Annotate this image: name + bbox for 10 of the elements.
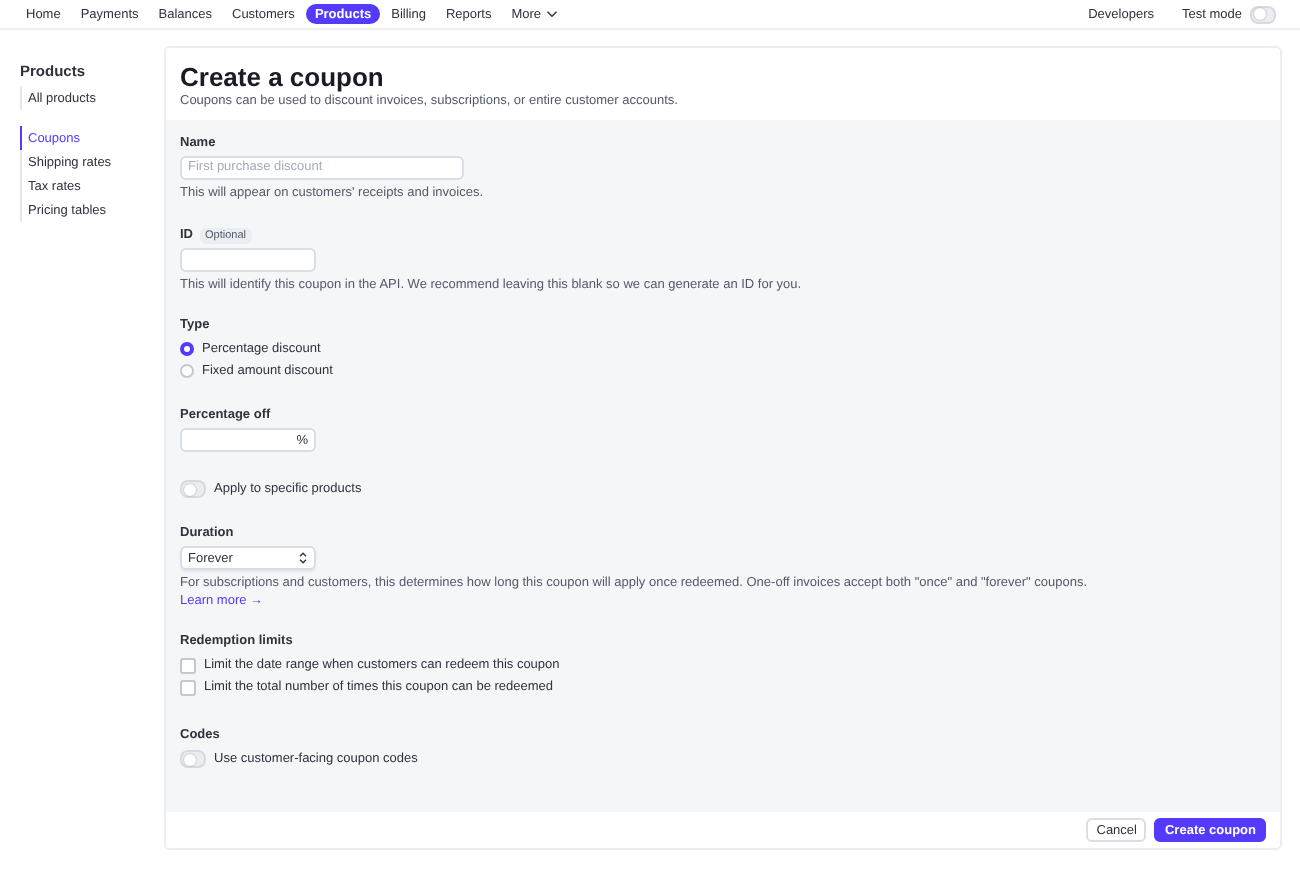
toggle-switch[interactable] xyxy=(180,750,206,769)
page-title: Create a coupon xyxy=(180,62,386,92)
radio-button[interactable] xyxy=(180,364,194,379)
id-input-field[interactable] xyxy=(180,247,316,272)
test-mode-toggle[interactable] xyxy=(1250,5,1276,23)
toggle-switch[interactable] xyxy=(180,480,206,499)
checkbox[interactable] xyxy=(180,679,196,696)
checkbox[interactable] xyxy=(180,657,196,674)
up-down-chevron-icon xyxy=(298,552,308,565)
radio-button[interactable] xyxy=(180,342,194,357)
